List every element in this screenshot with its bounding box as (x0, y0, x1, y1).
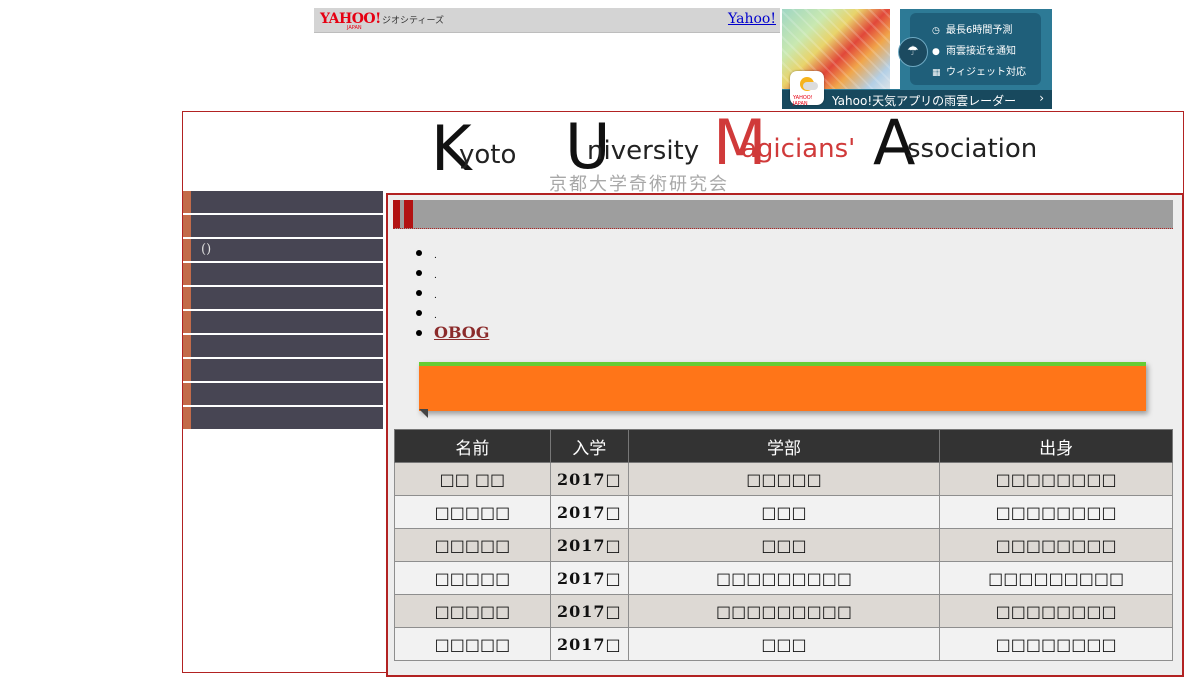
obog-link[interactable]: OBOG (434, 323, 489, 342)
site-banner[interactable]: K yoto U niversity M agicians' A ssociat… (423, 112, 1037, 196)
cell-faculty: □□□ (627, 627, 941, 661)
content-panel: . . . . OBOG 名前 入学 学部 出身 □□ □□ 2017□ □□□… (386, 193, 1184, 677)
column-header-faculty: 学部 (627, 429, 941, 463)
year-link-list: . . . . OBOG (415, 243, 489, 343)
yahoo-logo-sub: JAPAN (347, 25, 362, 31)
banner-kyoto: yoto (459, 140, 517, 170)
cell-faculty: □□□ (627, 528, 941, 562)
clock-icon: ◷ (932, 26, 940, 36)
list-item: OBOG (415, 323, 489, 343)
table-header-row: 名前 入学 学部 出身 (394, 429, 1173, 463)
list-item: . (415, 283, 489, 303)
cell-faculty: □□□ (627, 495, 941, 529)
banner-university: niversity (587, 136, 700, 166)
cell-name: □□ □□ (394, 462, 551, 496)
ribbon-fold (419, 409, 428, 418)
cell-hometown: □□□□□□□□□ (939, 561, 1173, 595)
sidebar-nav: () (183, 191, 383, 431)
cell-name: □□□□□ (394, 528, 551, 562)
cell-year: 2017□ (549, 462, 629, 496)
ad-feature-notify: ● 雨雲接近を通知 (932, 46, 1016, 57)
list-item: . (415, 263, 489, 283)
sidebar-item[interactable]: () (183, 239, 383, 261)
cell-year: 2017□ (549, 594, 629, 628)
yahoo-geocities-bar: YAHOO! JAPAN ジオシティーズ Yahoo! (314, 8, 780, 33)
table-row: □□□□□ 2017□ □□□□□□□□□ □□□□□□□□ (394, 594, 1173, 628)
cell-year: 2017□ (549, 495, 629, 529)
cell-name: □□□□□ (394, 561, 551, 595)
widget-grid-icon: ▦ (932, 68, 941, 78)
weather-app-icon[interactable]: YAHOO! JAPAN (790, 71, 824, 107)
sidebar-item[interactable] (183, 335, 383, 357)
sidebar-item[interactable] (183, 263, 383, 285)
cell-name: □□□□□ (394, 495, 551, 529)
table-row: □□□□□ 2017□ □□□□□□□□□ □□□□□□□□□ (394, 561, 1173, 595)
ad-cta-text[interactable]: Yahoo!天気アプリの雨雲レーダー (832, 92, 1016, 109)
weather-ad[interactable]: ☂ ◷ 最長6時間予測 ● 雨雲接近を通知 ▦ ウィジェット対応 Yahoo!天気アプ… (782, 9, 1052, 109)
main-frame: K yoto U niversity M agicians' A ssociat… (182, 111, 1184, 677)
cell-name: □□□□□ (394, 627, 551, 661)
location-pin-icon: ● (932, 47, 940, 57)
sidebar-item[interactable] (183, 359, 383, 381)
chevron-right-icon: › (1039, 91, 1044, 105)
sidebar-item[interactable] (183, 191, 383, 213)
table-row: □□□□□ 2017□ □□□ □□□□□□□□ (394, 495, 1173, 529)
cell-hometown: □□□□□□□□ (939, 528, 1173, 562)
app-icon-label: YAHOO! JAPAN (793, 95, 813, 107)
banner-magicians: agicians' (741, 134, 856, 164)
column-header-hometown: 出身 (939, 429, 1173, 463)
ad-feature-forecast: ◷ 最長6時間予測 (932, 25, 1013, 36)
column-header-year: 入学 (549, 429, 629, 463)
list-item: . (415, 243, 489, 263)
sidebar-item[interactable] (183, 215, 383, 237)
banner-association: ssociation (907, 134, 1038, 164)
table-row: □□□□□ 2017□ □□□ □□□□□□□□ (394, 528, 1173, 562)
cell-faculty: □□□□□□□□□ (627, 561, 941, 595)
sidebar-item[interactable] (183, 311, 383, 333)
cell-year: 2017□ (549, 627, 629, 661)
cell-faculty: □□□□□□□□□ (627, 594, 941, 628)
ad-feature-widget: ▦ ウィジェット対応 (932, 67, 1026, 78)
column-header-name: 名前 (394, 429, 551, 463)
cell-hometown: □□□□□□□□ (939, 594, 1173, 628)
section-ribbon (419, 362, 1146, 411)
rain-cloud-icon: ☂ (898, 37, 928, 67)
cell-hometown: □□□□□□□□ (939, 462, 1173, 496)
sidebar-item[interactable] (183, 383, 383, 405)
cell-faculty: □□□□□ (627, 462, 941, 496)
cloud-icon (803, 82, 818, 90)
section-header (393, 200, 1173, 229)
geocities-label: ジオシティーズ (382, 16, 445, 26)
sidebar-item[interactable] (183, 407, 383, 429)
cell-hometown: □□□□□□□□ (939, 495, 1173, 529)
cell-year: 2017□ (549, 561, 629, 595)
section-header-accent (404, 200, 413, 228)
yahoo-link[interactable]: Yahoo! (728, 11, 776, 27)
cell-year: 2017□ (549, 528, 629, 562)
sidebar-item[interactable] (183, 287, 383, 309)
table-row: □□□□□ 2017□ □□□ □□□□□□□□ (394, 627, 1173, 661)
list-item: . (415, 303, 489, 323)
table-row: □□ □□ 2017□ □□□□□ □□□□□□□□ (394, 462, 1173, 496)
member-table: 名前 入学 学部 出身 □□ □□ 2017□ □□□□□ □□□□□□□□ □… (394, 429, 1173, 661)
cell-name: □□□□□ (394, 594, 551, 628)
cell-hometown: □□□□□□□□ (939, 627, 1173, 661)
section-header-accent (393, 200, 400, 228)
